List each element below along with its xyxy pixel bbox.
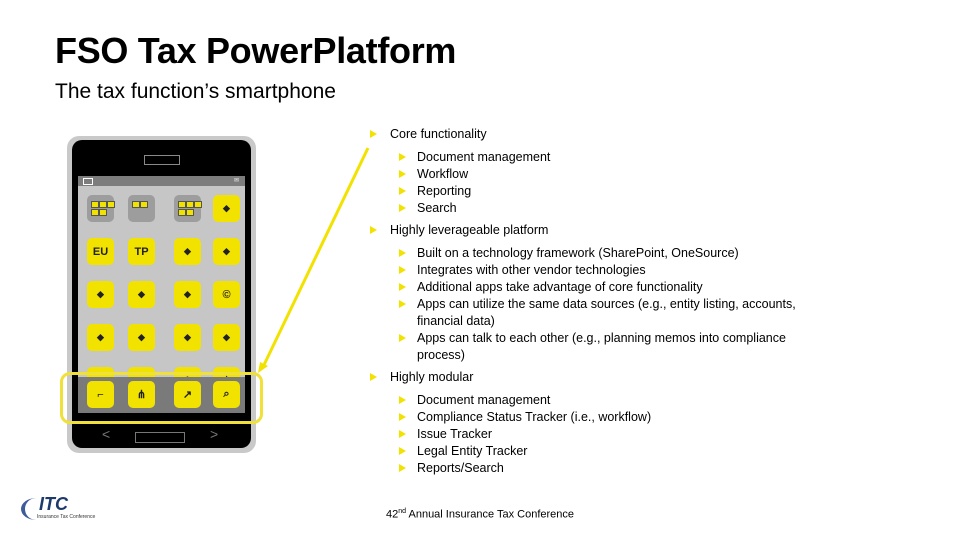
- bullet-item-text: Apps can talk to each other (e.g., plann…: [417, 331, 786, 362]
- bullet-triangle-icon: [399, 396, 406, 404]
- footer-conference: Annual Insurance Tax Conference: [406, 508, 575, 521]
- bullet-triangle-icon: [399, 413, 406, 421]
- bullet-item: Legal Entity Tracker: [370, 443, 830, 460]
- bullet-item: Apps can talk to each other (e.g., plann…: [370, 330, 830, 364]
- bullet-triangle-icon: [399, 283, 406, 291]
- bullet-item: Built on a technology framework (SharePo…: [370, 245, 830, 262]
- connector-line: [261, 147, 370, 368]
- bullet-item-text: Compliance Status Tracker (i.e., workflo…: [417, 410, 652, 424]
- bullet-item-text: Integrates with other vendor technologie…: [417, 263, 646, 277]
- bullet-item: Workflow: [370, 166, 830, 183]
- bullet-group: Core functionality Document management Wor…: [370, 126, 830, 217]
- bullet-triangle-icon: [399, 170, 406, 178]
- bullet-heading-text: Highly modular: [390, 370, 474, 384]
- bullet-triangle-icon: [399, 266, 406, 274]
- bullet-triangle-icon: [399, 464, 406, 472]
- bullet-triangle-icon: [399, 334, 406, 342]
- bullet-heading: Highly leverageable platform: [370, 222, 830, 239]
- bullet-triangle-icon: [399, 447, 406, 455]
- bullet-item-text: Document management: [417, 393, 551, 407]
- bullet-triangle-icon: [370, 130, 377, 138]
- bullet-triangle-icon: [399, 204, 406, 212]
- bullet-item: Document management: [370, 149, 830, 166]
- bullet-triangle-icon: [399, 300, 406, 308]
- arrowhead-icon: [258, 362, 268, 373]
- itc-logo: ITC Insurance Tax Conference: [17, 494, 112, 524]
- bullet-item-text: Built on a technology framework (SharePo…: [417, 246, 739, 260]
- bullet-item-text: Legal Entity Tracker: [417, 444, 528, 458]
- bullet-triangle-icon: [399, 153, 406, 161]
- bullet-item-text: Additional apps take advantage of core f…: [417, 280, 703, 294]
- bullet-heading-text: Core functionality: [390, 127, 487, 141]
- bullet-item: Issue Tracker: [370, 426, 830, 443]
- bullet-item-text: Reporting: [417, 184, 472, 198]
- bullet-item: Document management: [370, 392, 830, 409]
- bullet-item-text: Workflow: [417, 167, 469, 181]
- bullet-list: Core functionality Document management Wor…: [370, 126, 830, 482]
- footer-ordinal: 42: [386, 508, 399, 521]
- bullet-group: Highly leverageable platform Built on a t…: [370, 222, 830, 364]
- bullet-item: Additional apps take advantage of core f…: [370, 279, 830, 296]
- bullet-item: Reporting: [370, 183, 830, 200]
- bullet-triangle-icon: [399, 187, 406, 195]
- footer-text: 42nd Annual Insurance Tax Conference: [386, 508, 574, 521]
- bullet-item-text: Document management: [417, 150, 551, 164]
- bullet-heading-text: Highly leverageable platform: [390, 223, 549, 237]
- bullet-item-text: Apps can utilize the same data sources (…: [417, 297, 796, 328]
- bullet-triangle-icon: [399, 249, 406, 257]
- bullet-heading: Core functionality: [370, 126, 830, 143]
- bullet-item: Reports/Search: [370, 460, 830, 477]
- bullet-group: Highly modular Document management Complia…: [370, 369, 830, 477]
- logo-tagline: Insurance Tax Conference: [37, 514, 96, 520]
- bullet-triangle-icon: [370, 226, 377, 234]
- bullet-item: Compliance Status Tracker (i.e., workflo…: [370, 409, 830, 426]
- bullet-triangle-icon: [399, 430, 406, 438]
- bullet-triangle-icon: [370, 373, 377, 381]
- bullet-heading: Highly modular: [370, 369, 830, 386]
- bullet-item-text: Issue Tracker: [417, 427, 493, 441]
- logo-wordmark: ITC: [39, 494, 68, 514]
- bullet-item-text: Reports/Search: [417, 461, 504, 475]
- footer-ordinal-suffix: nd: [398, 508, 407, 515]
- bullet-item: Search: [370, 200, 830, 217]
- bullet-item: Integrates with other vendor technologie…: [370, 262, 830, 279]
- bullet-item: Apps can utilize the same data sources (…: [370, 296, 830, 330]
- bullet-item-text: Search: [417, 201, 457, 215]
